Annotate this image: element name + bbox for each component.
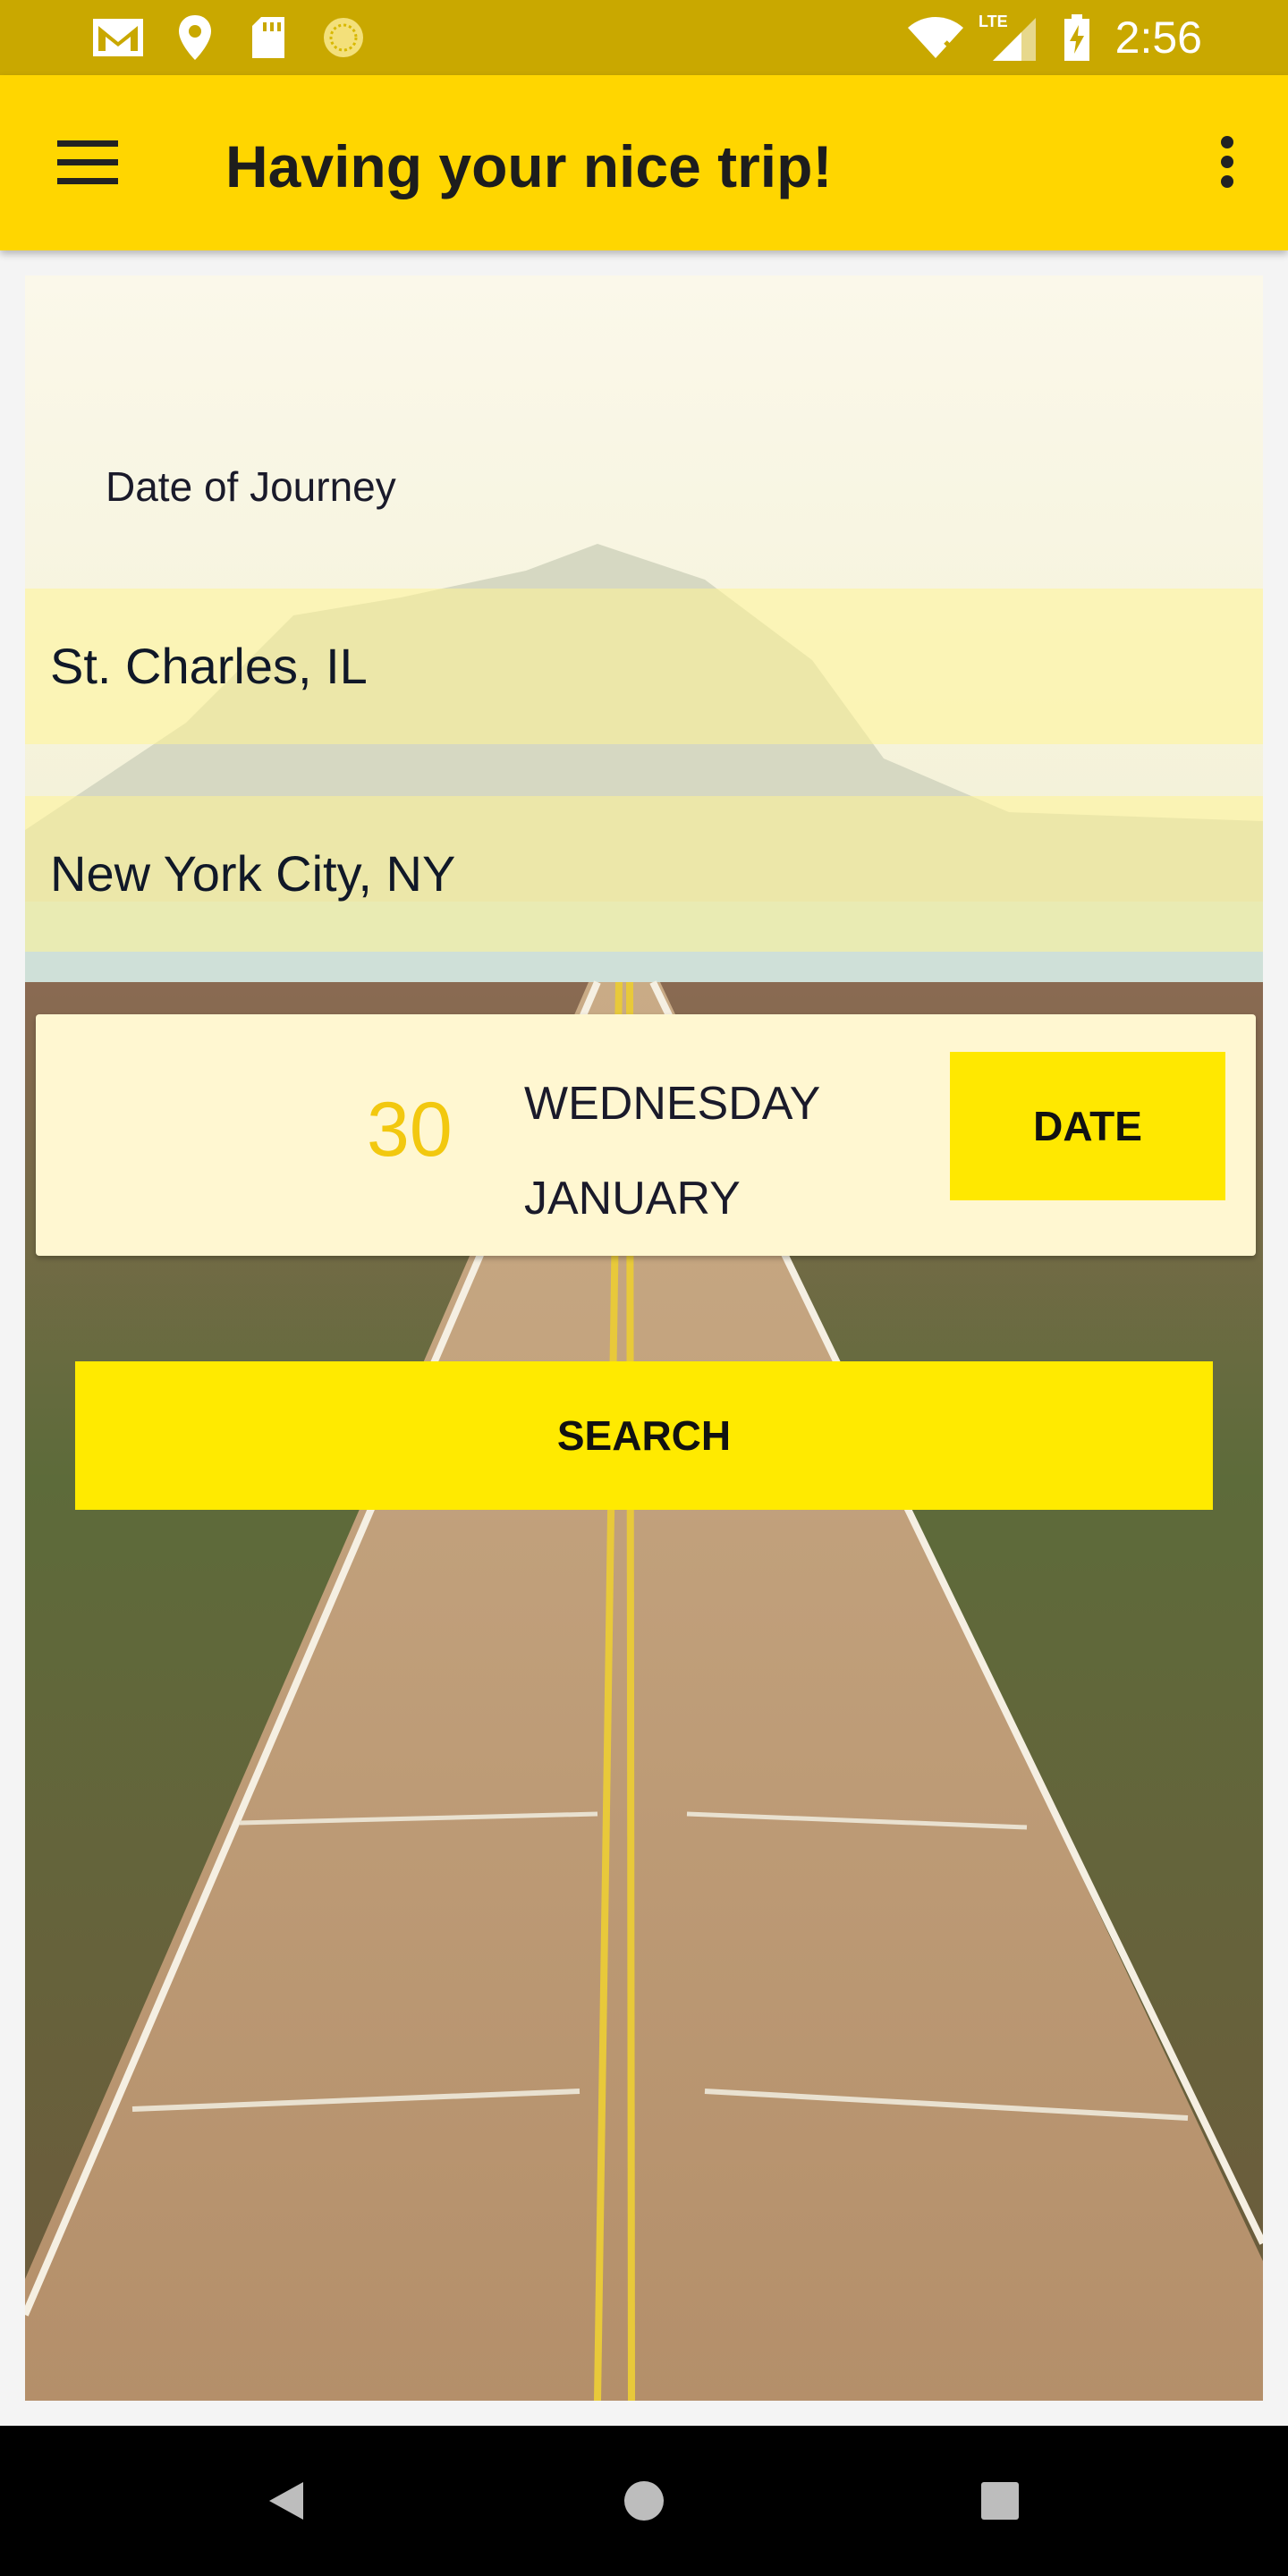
- trip-search-card: Date of Journey St. Charles, IL New York…: [25, 275, 1263, 2401]
- date-of-journey-label: Date of Journey: [106, 463, 396, 510]
- location-icon: [175, 13, 215, 63]
- menu-icon[interactable]: [50, 132, 125, 197]
- sync-icon: [320, 13, 367, 63]
- selected-month: JANUARY: [524, 1173, 741, 1224]
- from-location-field[interactable]: St. Charles, IL: [25, 589, 1263, 744]
- selected-day: 30: [367, 1087, 453, 1173]
- signal-icon: LTE: [975, 13, 1038, 63]
- search-button[interactable]: SEARCH: [75, 1361, 1213, 1510]
- date-picker-panel: 30 WEDNESDAY JANUARY DATE: [36, 1014, 1256, 1256]
- svg-text:LTE: LTE: [979, 13, 1008, 30]
- navigation-bar: [0, 2426, 1288, 2576]
- gmail-icon: [89, 13, 147, 63]
- sd-card-icon: [249, 13, 288, 63]
- battery-charging-icon: [1061, 13, 1093, 63]
- recents-icon[interactable]: [964, 2465, 1036, 2537]
- home-icon[interactable]: [608, 2465, 680, 2537]
- date-button[interactable]: DATE: [950, 1052, 1225, 1200]
- more-options-icon[interactable]: [1209, 129, 1245, 204]
- page-title: Having your nice trip!: [225, 133, 833, 199]
- selected-weekday: WEDNESDAY: [524, 1078, 821, 1130]
- back-icon[interactable]: [250, 2465, 322, 2537]
- app-bar: Having your nice trip!: [0, 75, 1288, 250]
- status-bar: LTE 2:56: [0, 0, 1288, 75]
- status-time: 2:56: [1114, 13, 1202, 63]
- wifi-icon: [905, 13, 966, 63]
- to-location-field[interactable]: New York City, NY: [25, 796, 1263, 952]
